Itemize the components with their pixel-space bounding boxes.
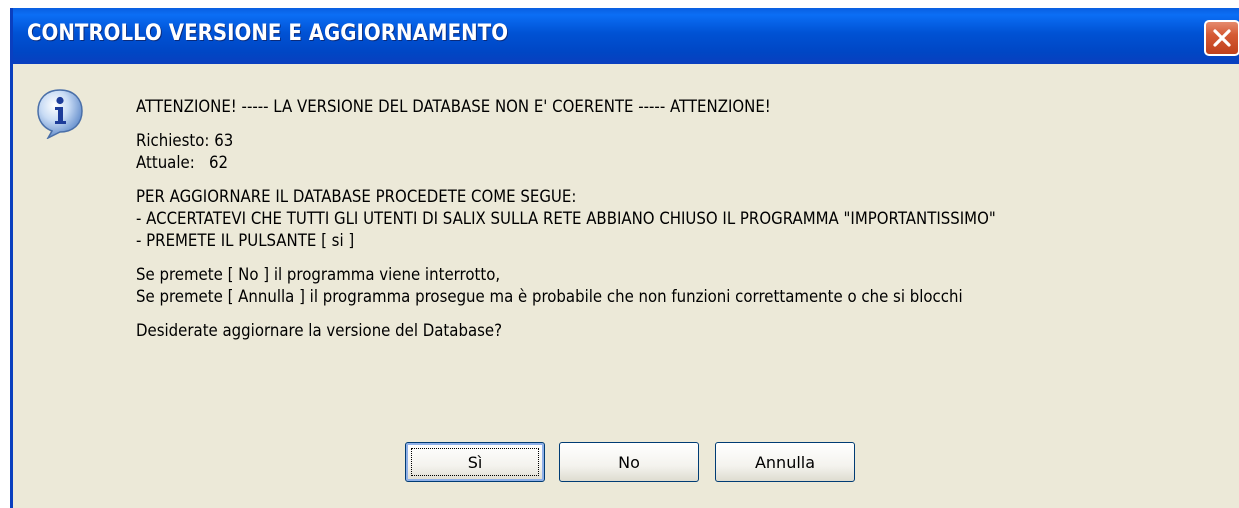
message-line-question: Desiderate aggiornare la versione del Da… — [136, 321, 503, 341]
close-icon — [1213, 29, 1231, 47]
message-line-current: Attuale: 62 — [136, 153, 229, 173]
no-button-label: No — [618, 452, 640, 472]
dialog-content: ATTENZIONE! ----- LA VERSIONE DEL DATABA… — [13, 64, 1239, 508]
message-line: - PREMETE IL PULSANTE [ si ] — [136, 231, 355, 251]
dialog-window: CONTROLLO VERSIONE E AGGIORNAMENTO ATTEN… — [10, 8, 1239, 508]
yes-button[interactable]: Sì — [405, 442, 545, 482]
message-line-required: Richiesto: 63 — [136, 131, 234, 151]
message-line: Se premete [ No ] il programma viene int… — [136, 265, 501, 285]
cancel-button[interactable]: Annulla — [715, 442, 855, 482]
focus-rect — [411, 448, 539, 476]
no-button[interactable]: No — [559, 442, 699, 482]
close-button[interactable] — [1204, 20, 1239, 56]
message-line: Se premete [ Annulla ] il programma pros… — [136, 287, 963, 307]
message-line: ATTENZIONE! ----- LA VERSIONE DEL DATABA… — [136, 97, 771, 117]
title-bar[interactable]: CONTROLLO VERSIONE E AGGIORNAMENTO — [13, 8, 1239, 64]
window-title: CONTROLLO VERSIONE E AGGIORNAMENTO — [27, 21, 509, 46]
message-line: - ACCERTATEVI CHE TUTTI GLI UTENTI DI SA… — [136, 209, 996, 229]
message-line: PER AGGIORNARE IL DATABASE PROCEDETE COM… — [136, 187, 577, 207]
info-icon — [37, 89, 83, 139]
cancel-button-label: Annulla — [754, 452, 816, 472]
message-text: ATTENZIONE! ----- LA VERSIONE DEL DATABA… — [136, 96, 996, 342]
